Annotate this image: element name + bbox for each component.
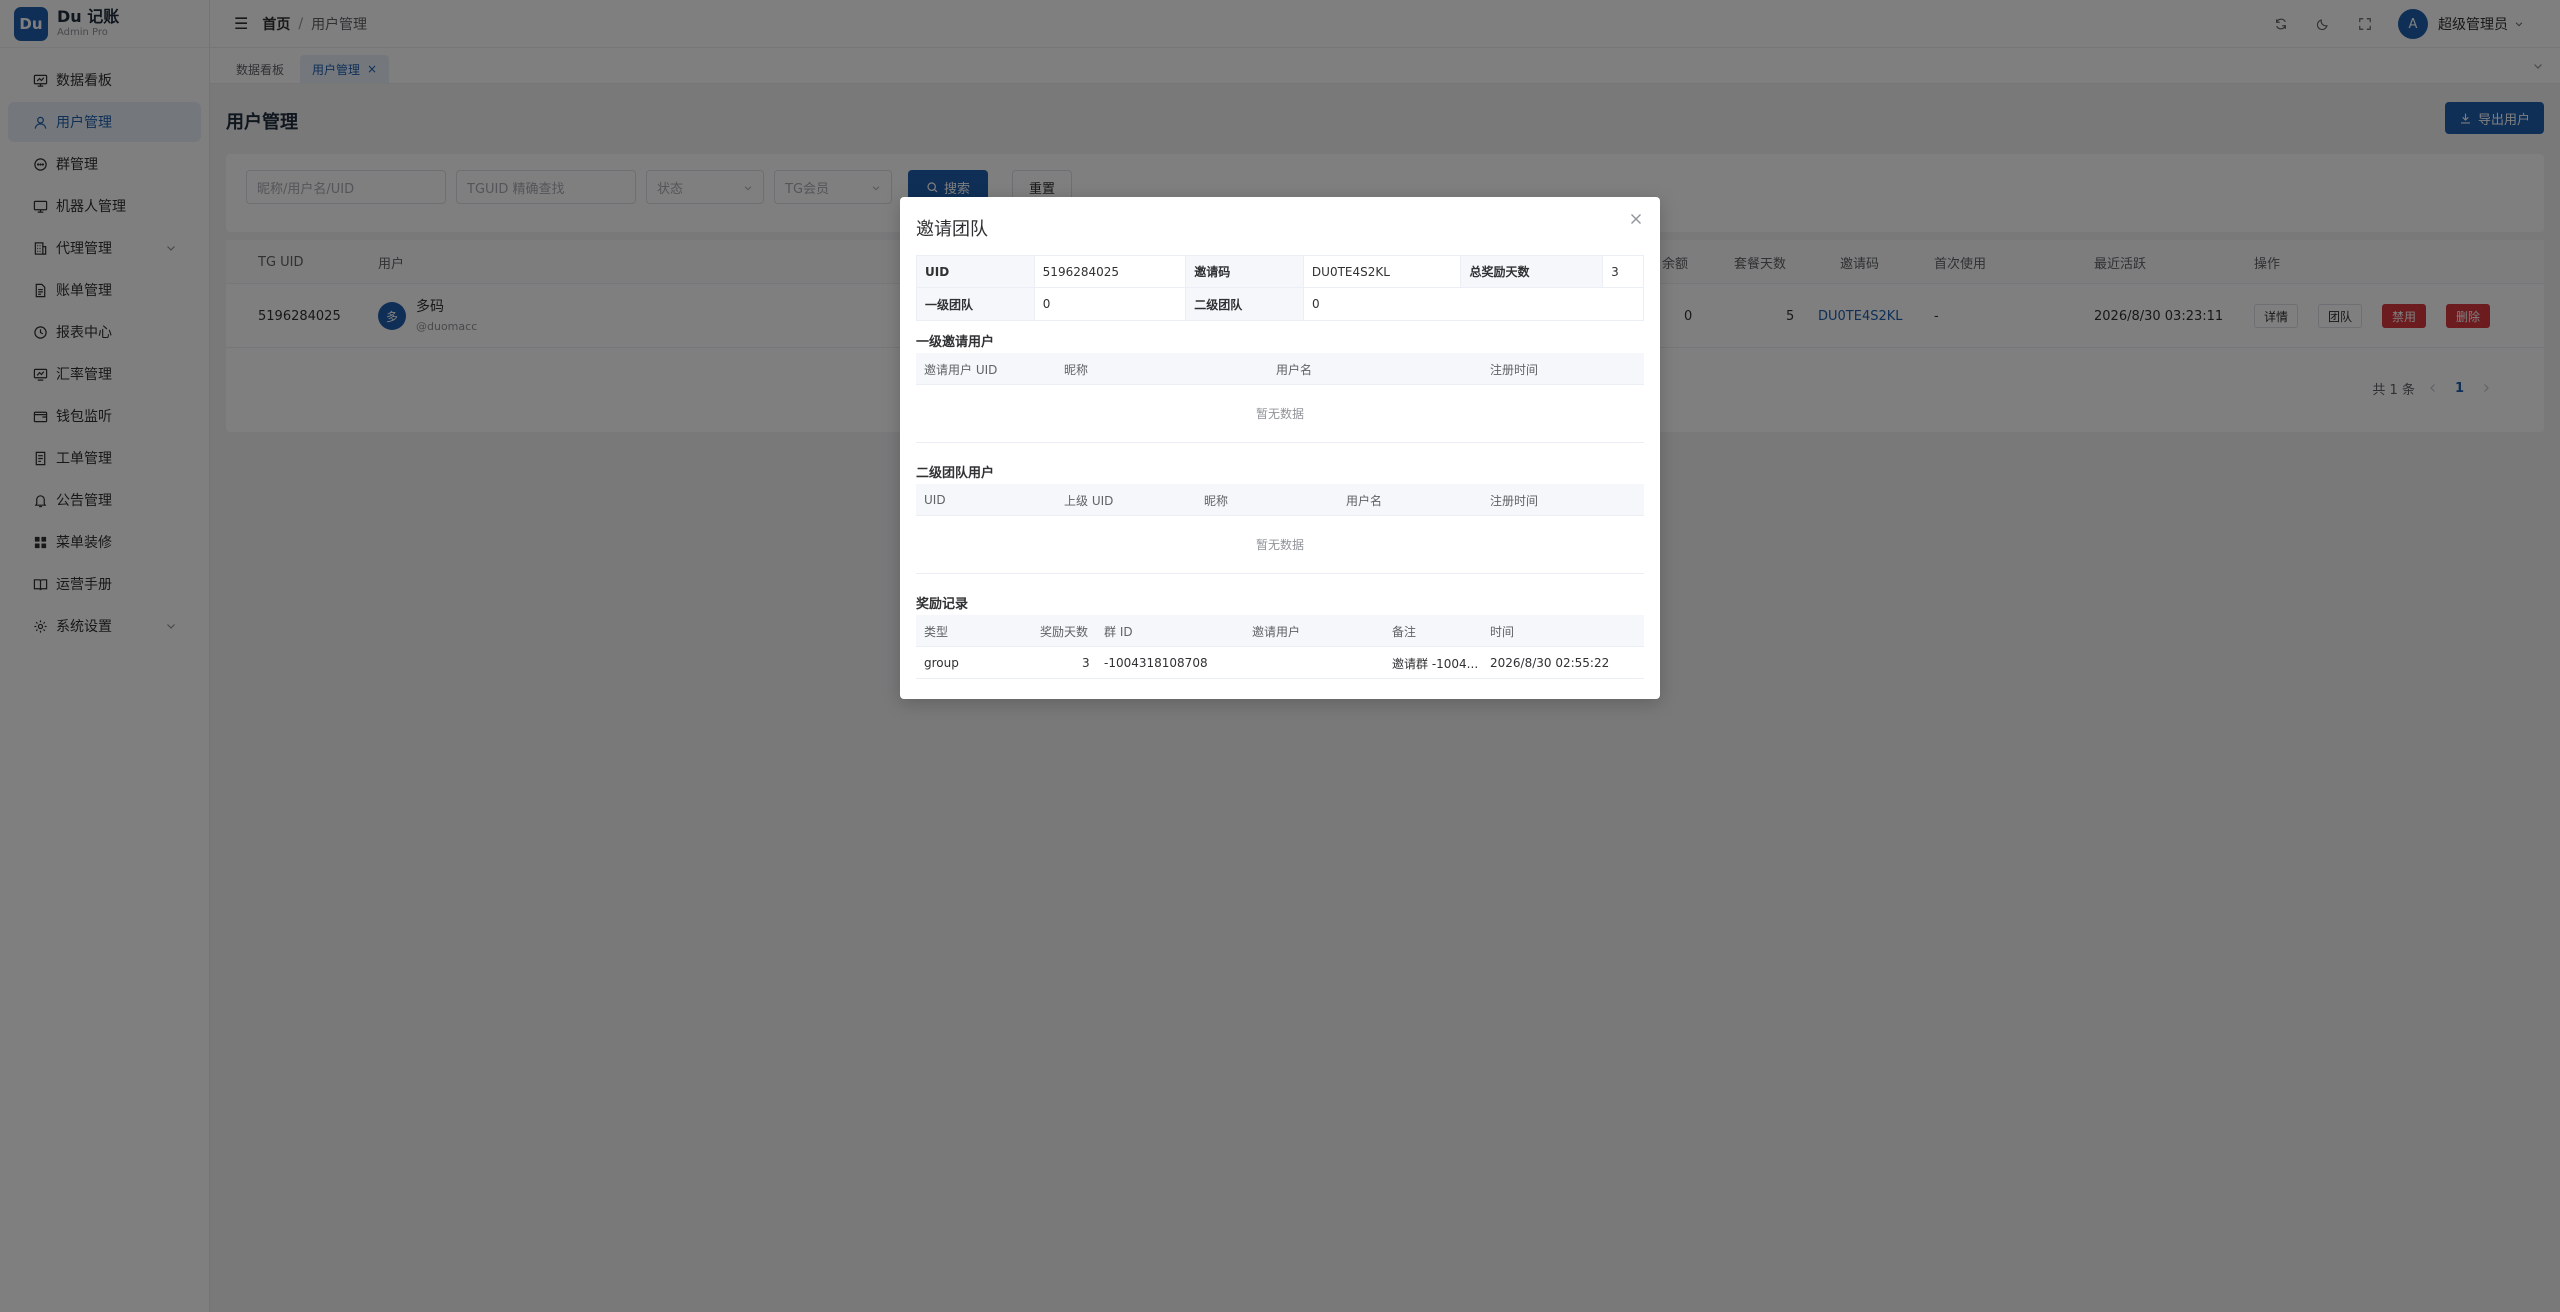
level2-team-label: 二级团队: [1186, 288, 1304, 320]
level2-table: UID 上级 UID 昵称 用户名 注册时间 暂无数据: [916, 484, 1644, 574]
cell-note: 邀请群 -1004...: [1392, 656, 1479, 671]
table-header: UID 上级 UID 昵称 用户名 注册时间: [916, 484, 1644, 516]
invite-team-dialog: 邀请团队 UID 5196284025 邀请码 DU0TE4S2KL 总奖励天数…: [900, 197, 1660, 699]
invite-code-value: DU0TE4S2KL: [1304, 256, 1462, 287]
col-username: 用户名: [1346, 493, 1383, 508]
rewards-table: 类型 奖励天数 群 ID 邀请用户 备注 时间 group 3 -1004318…: [916, 615, 1644, 679]
empty-state: 暂无数据: [916, 516, 1644, 574]
table-header: 类型 奖励天数 群 ID 邀请用户 备注 时间: [916, 615, 1644, 647]
level1-table: 邀请用户 UID 昵称 用户名 注册时间 暂无数据: [916, 353, 1644, 443]
cell-type: group: [924, 656, 959, 670]
col-reward-days: 奖励天数: [1040, 624, 1089, 639]
col-type: 类型: [924, 624, 949, 639]
empty-state: 暂无数据: [916, 385, 1644, 443]
col-parent-uid: 上级 UID: [1064, 493, 1114, 508]
rewards-section-title: 奖励记录: [916, 597, 969, 612]
col-group-id: 群 ID: [1104, 624, 1133, 639]
col-register-time: 注册时间: [1490, 493, 1539, 508]
close-icon[interactable]: [1628, 211, 1644, 227]
team-summary: UID 5196284025 邀请码 DU0TE4S2KL 总奖励天数 3 一级…: [916, 255, 1644, 321]
col-username: 用户名: [1276, 362, 1313, 377]
col-time: 时间: [1490, 624, 1515, 639]
uid-label: UID: [917, 256, 1035, 287]
col-register-time: 注册时间: [1490, 362, 1539, 377]
col-inviter-uid: 邀请用户 UID: [924, 362, 998, 377]
invite-code-label: 邀请码: [1186, 256, 1304, 287]
uid-value: 5196284025: [1035, 256, 1187, 287]
col-nick: 昵称: [1064, 362, 1089, 377]
level1-team-label: 一级团队: [917, 288, 1035, 320]
col-inviter: 邀请用户: [1252, 624, 1301, 639]
level1-team-value: 0: [1035, 288, 1187, 320]
level2-team-value: 0: [1311, 297, 1320, 311]
total-days-label: 总奖励天数: [1461, 256, 1604, 287]
level2-section-title: 二级团队用户: [916, 466, 995, 481]
col-note: 备注: [1392, 624, 1417, 639]
cell-time: 2026/8/30 02:55:22: [1490, 656, 1610, 670]
dialog-title: 邀请团队: [916, 219, 988, 240]
table-header: 邀请用户 UID 昵称 用户名 注册时间: [916, 353, 1644, 385]
table-row: group 3 -1004318108708 邀请群 -1004... 2026…: [916, 647, 1644, 679]
total-days-value: 3: [1611, 264, 1619, 279]
col-uid: UID: [924, 493, 946, 507]
col-nick: 昵称: [1204, 493, 1229, 508]
cell-group-id: -1004318108708: [1104, 656, 1208, 670]
level1-section-title: 一级邀请用户: [916, 335, 995, 350]
cell-reward-days: 3: [1082, 656, 1090, 670]
